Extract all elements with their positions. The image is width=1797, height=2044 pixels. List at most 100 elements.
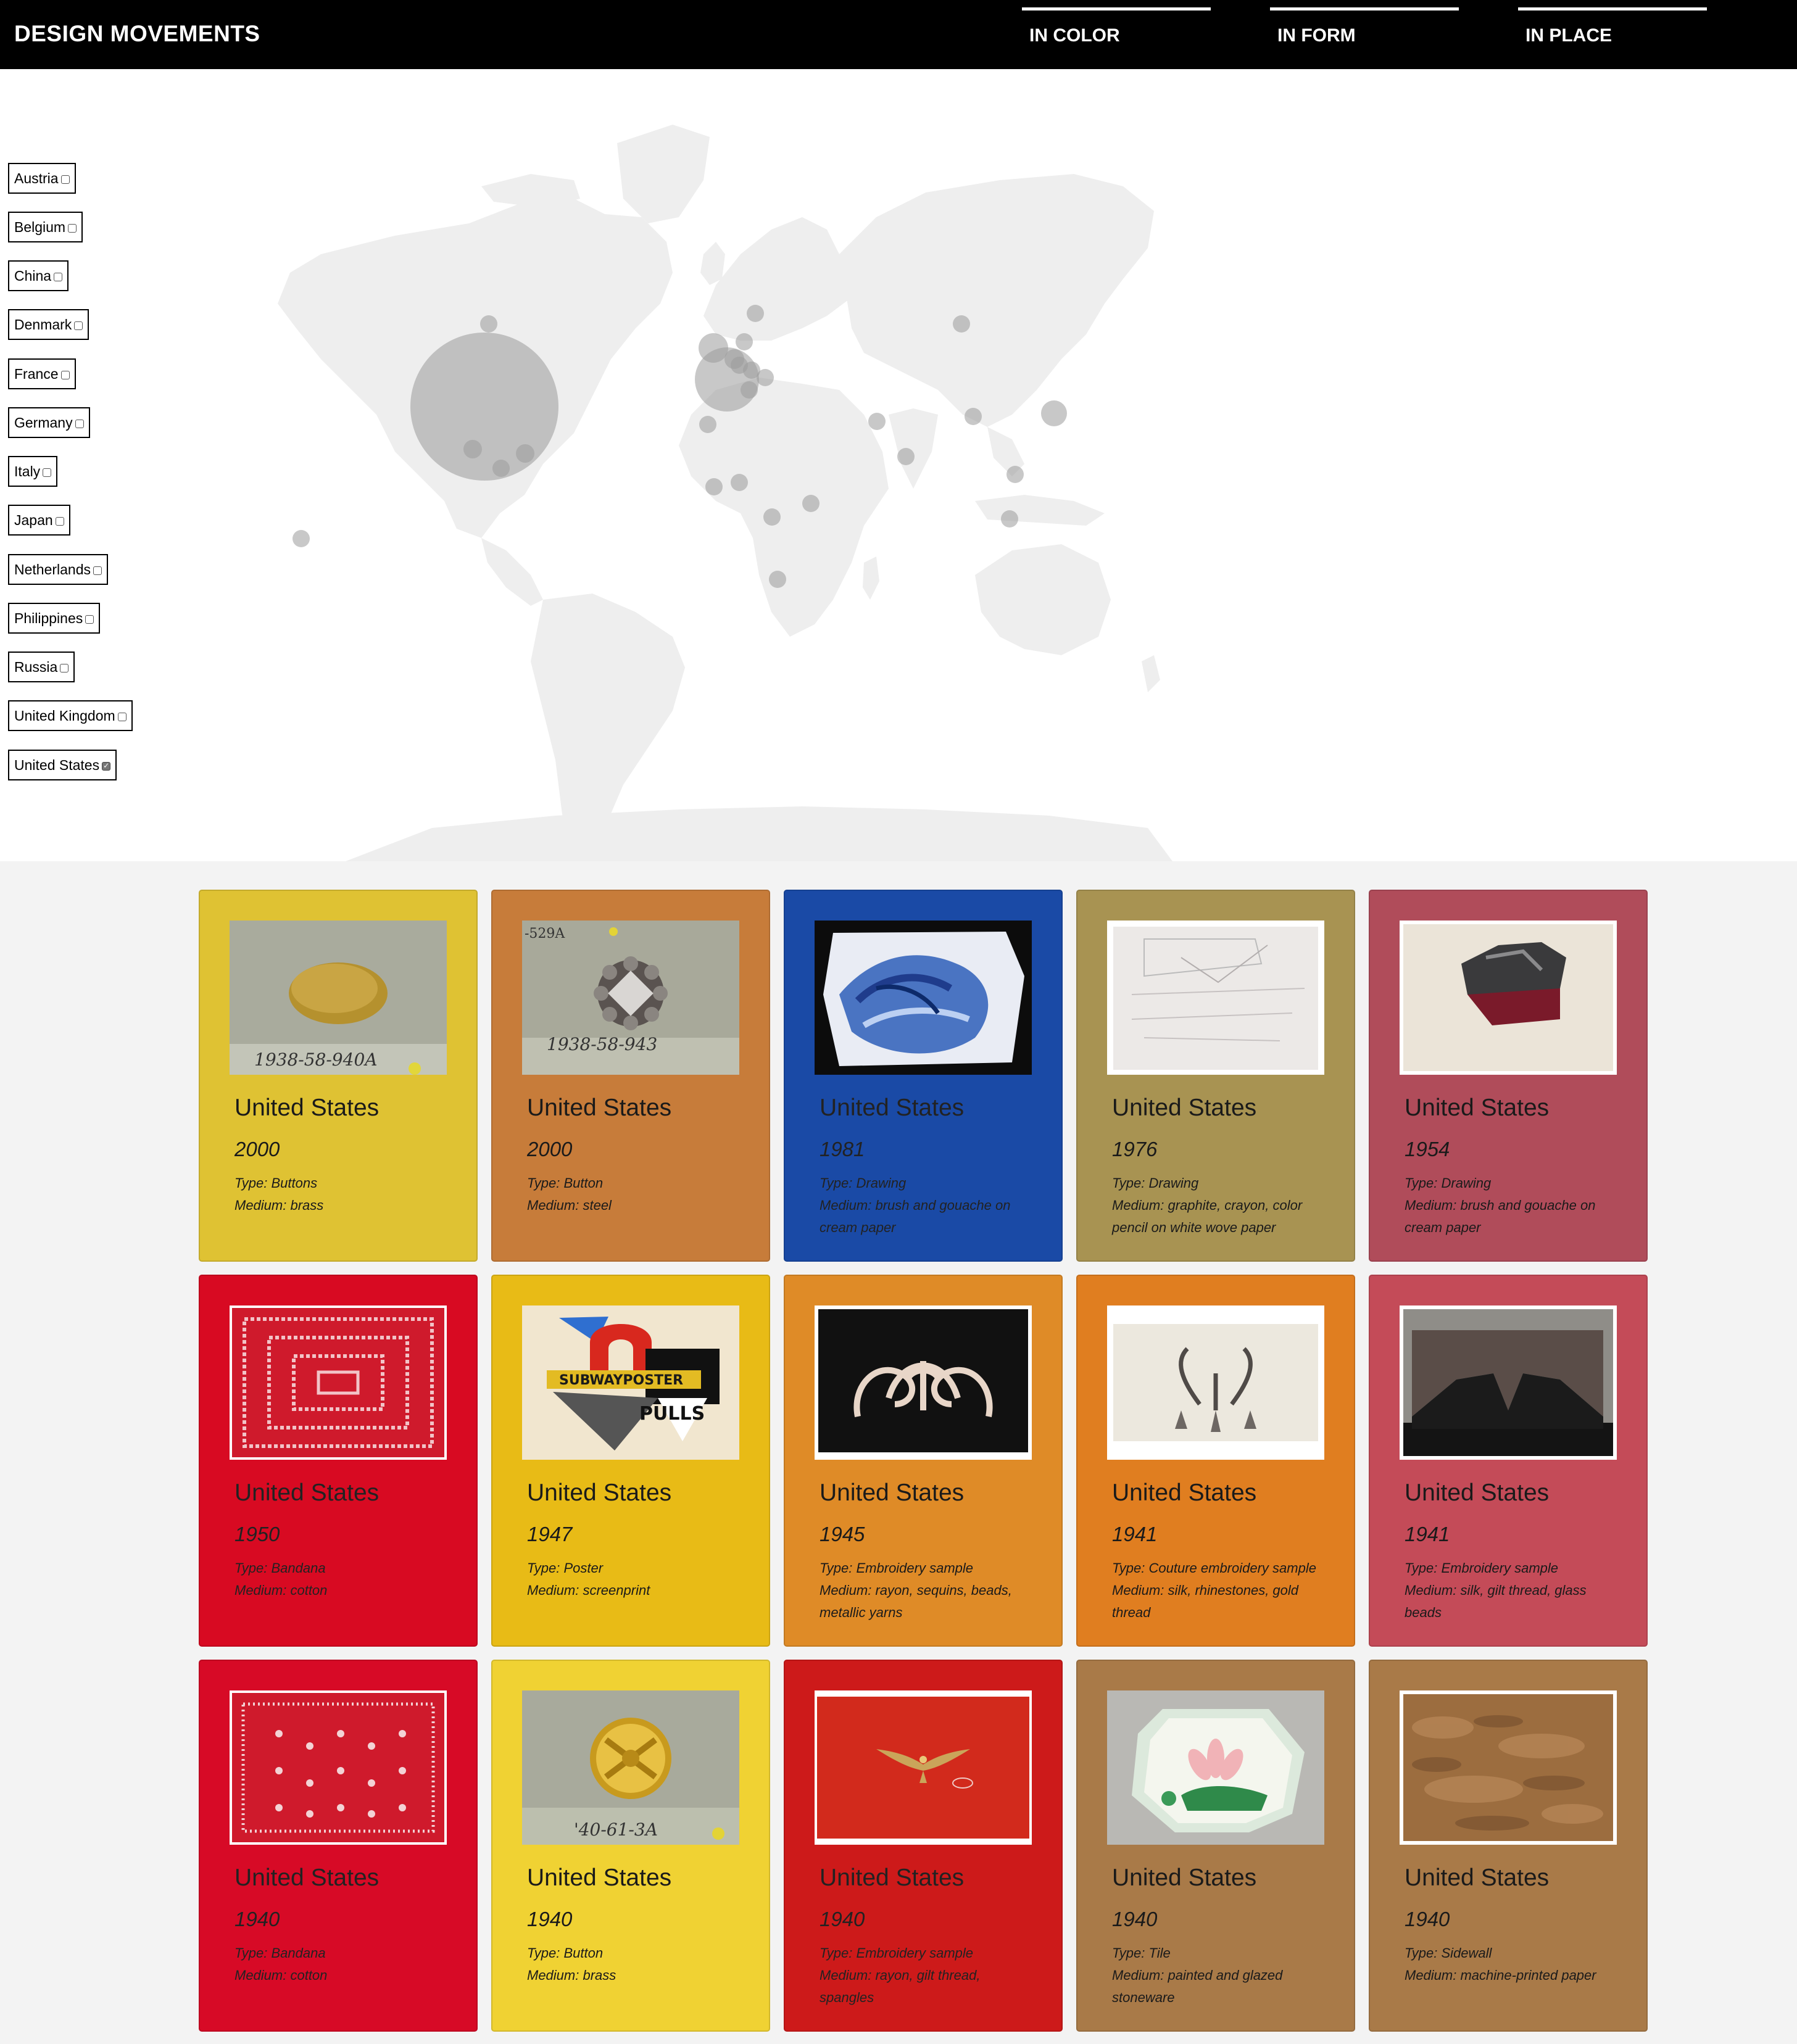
filter-label: United Kingdom xyxy=(14,708,115,724)
filter-checkbox[interactable] xyxy=(60,371,70,379)
filter-united-kingdom[interactable]: United Kingdom xyxy=(8,700,133,731)
filter-checkbox[interactable] xyxy=(60,175,70,184)
card-type: Type: Poster xyxy=(527,1560,604,1576)
card-type: Type: Couture embroidery sample xyxy=(1112,1560,1316,1576)
card-year: 1940 xyxy=(234,1908,280,1930)
map-bubble[interactable] xyxy=(731,357,748,374)
map-bubble[interactable] xyxy=(897,448,915,465)
card-country: United States xyxy=(1405,1094,1550,1121)
filter-checkbox[interactable] xyxy=(117,713,127,721)
object-card[interactable]: United States 1976 Type: Drawing Medium: … xyxy=(1076,890,1355,1262)
map-bubble[interactable] xyxy=(699,416,716,433)
filter-checkbox[interactable] xyxy=(93,566,102,575)
card-medium: Medium: silk, rhinestones, gold thread xyxy=(1112,1583,1299,1620)
filter-checkbox[interactable] xyxy=(68,224,77,233)
filter-germany[interactable]: Germany xyxy=(8,407,90,438)
filter-belgium[interactable]: Belgium xyxy=(8,212,83,242)
card-medium: Medium: graphite, crayon, color pencil o… xyxy=(1112,1198,1303,1235)
filter-checkbox[interactable] xyxy=(55,517,64,526)
card-type: Type: Button xyxy=(527,1945,604,1961)
tab-in-form[interactable]: IN FORM xyxy=(1270,7,1459,69)
filter-checkbox[interactable] xyxy=(75,420,84,428)
filter-italy[interactable]: Italy xyxy=(8,456,58,487)
card-year: 1945 xyxy=(820,1523,865,1545)
map-bubble[interactable] xyxy=(868,413,886,430)
filter-checkbox[interactable] xyxy=(54,273,63,281)
card-medium: Medium: screenprint xyxy=(527,1583,650,1598)
object-card[interactable]: United States 1945 Type: Embroidery samp… xyxy=(784,1275,1063,1647)
card-year: 1954 xyxy=(1405,1138,1450,1161)
card-meta: Type: Bandana Medium: cotton xyxy=(234,1557,450,1602)
map-bubble[interactable] xyxy=(953,315,970,333)
map-bubble-united-states[interactable] xyxy=(410,333,558,481)
filter-label: Germany xyxy=(14,415,73,431)
filter-united-states[interactable]: United States xyxy=(8,750,117,780)
map-bubble[interactable] xyxy=(705,478,723,495)
filter-russia[interactable]: Russia xyxy=(8,652,75,682)
filter-austria[interactable]: Austria xyxy=(8,163,76,194)
object-card[interactable]: '40-61-3A United States 1940 Type: Butto… xyxy=(491,1660,770,2032)
world-map-landmass xyxy=(278,125,1172,861)
card-meta: Type: Button Medium: steel xyxy=(527,1172,743,1217)
tab-in-color[interactable]: IN COLOR xyxy=(1022,7,1211,69)
site-title[interactable]: DESIGN MOVEMENTS xyxy=(14,21,260,47)
object-card[interactable]: United States 1981 Type: Drawing Medium: … xyxy=(784,890,1063,1262)
card-year: 1941 xyxy=(1112,1523,1158,1545)
filter-netherlands[interactable]: Netherlands xyxy=(8,554,109,585)
object-card[interactable]: 1938-58-940A United States 2000 Type: Bu… xyxy=(199,890,478,1262)
map-bubble[interactable] xyxy=(1006,466,1024,483)
map-bubble[interactable] xyxy=(763,508,781,526)
object-card[interactable]: United States 1940 Type: Sidewall Medium:… xyxy=(1369,1660,1648,2032)
filter-philippines[interactable]: Philippines xyxy=(8,603,101,634)
map-bubble[interactable] xyxy=(1001,510,1018,528)
map-bubble[interactable] xyxy=(492,460,510,477)
card-country: United States xyxy=(1112,1864,1257,1891)
filter-checkbox[interactable] xyxy=(102,762,111,771)
card-year: 1981 xyxy=(820,1138,865,1161)
map-bubble[interactable] xyxy=(463,440,482,458)
map-bubble[interactable] xyxy=(1041,400,1067,426)
filter-checkbox[interactable] xyxy=(74,321,83,330)
filter-checkbox[interactable] xyxy=(85,615,94,624)
object-image xyxy=(230,1690,447,1845)
map-bubble[interactable] xyxy=(699,333,728,363)
card-type: Type: Bandana xyxy=(234,1945,326,1961)
object-card[interactable]: United States 1941 Type: Embroidery samp… xyxy=(1369,1275,1648,1647)
map-bubble[interactable] xyxy=(965,408,982,425)
filter-japan[interactable]: Japan xyxy=(8,505,70,536)
card-year: 1940 xyxy=(820,1908,865,1930)
map-bubble[interactable] xyxy=(802,495,820,512)
filter-checkbox[interactable] xyxy=(43,468,52,477)
object-card[interactable]: 1938-58-943 -529A United States 2000 Type… xyxy=(491,890,770,1262)
map-bubble[interactable] xyxy=(741,381,758,399)
map-bubble[interactable] xyxy=(757,369,774,386)
object-card[interactable]: United States 1954 Type: Drawing Medium: … xyxy=(1369,890,1648,1262)
filter-france[interactable]: France xyxy=(8,358,76,389)
object-image xyxy=(1400,1690,1617,1845)
card-medium: Medium: brass xyxy=(234,1198,324,1213)
card-country: United States xyxy=(234,1479,380,1506)
card-meta: Type: Sidewall Medium: machine-printed pa… xyxy=(1405,1942,1621,1987)
card-meta: Type: Poster Medium: screenprint xyxy=(527,1557,743,1602)
map-bubble[interactable] xyxy=(736,333,753,350)
object-image: '40-61-3A xyxy=(522,1690,739,1845)
filter-denmark[interactable]: Denmark xyxy=(8,309,89,340)
object-card[interactable]: United States 1940 Type: Bandana Medium: … xyxy=(199,1660,478,2032)
filter-checkbox[interactable] xyxy=(60,664,69,672)
map-bubble[interactable] xyxy=(747,305,764,322)
map-bubble[interactable] xyxy=(480,315,497,333)
object-card[interactable]: United States 1941 Type: Couture embroid… xyxy=(1076,1275,1355,1647)
tab-in-place[interactable]: IN PLACE xyxy=(1518,7,1707,69)
card-medium: Medium: rayon, sequins, beads, metallic … xyxy=(820,1583,1012,1620)
map-bubble[interactable] xyxy=(293,530,310,547)
card-type: Type: Drawing xyxy=(1112,1175,1199,1191)
object-card[interactable]: SUBWAYPOSTER PULLS United States 1947 Typ… xyxy=(491,1275,770,1647)
filter-china[interactable]: China xyxy=(8,260,69,291)
object-card[interactable]: United States 1940 Type: Embroidery samp… xyxy=(784,1660,1063,2032)
object-image xyxy=(1107,1305,1324,1460)
map-bubble[interactable] xyxy=(769,571,786,588)
map-bubble[interactable] xyxy=(731,474,748,491)
object-card[interactable]: United States 1940 Type: Tile Medium: pai… xyxy=(1076,1660,1355,2032)
map-bubble[interactable] xyxy=(516,444,534,463)
object-card[interactable]: United States 1950 Type: Bandana Medium: … xyxy=(199,1275,478,1647)
